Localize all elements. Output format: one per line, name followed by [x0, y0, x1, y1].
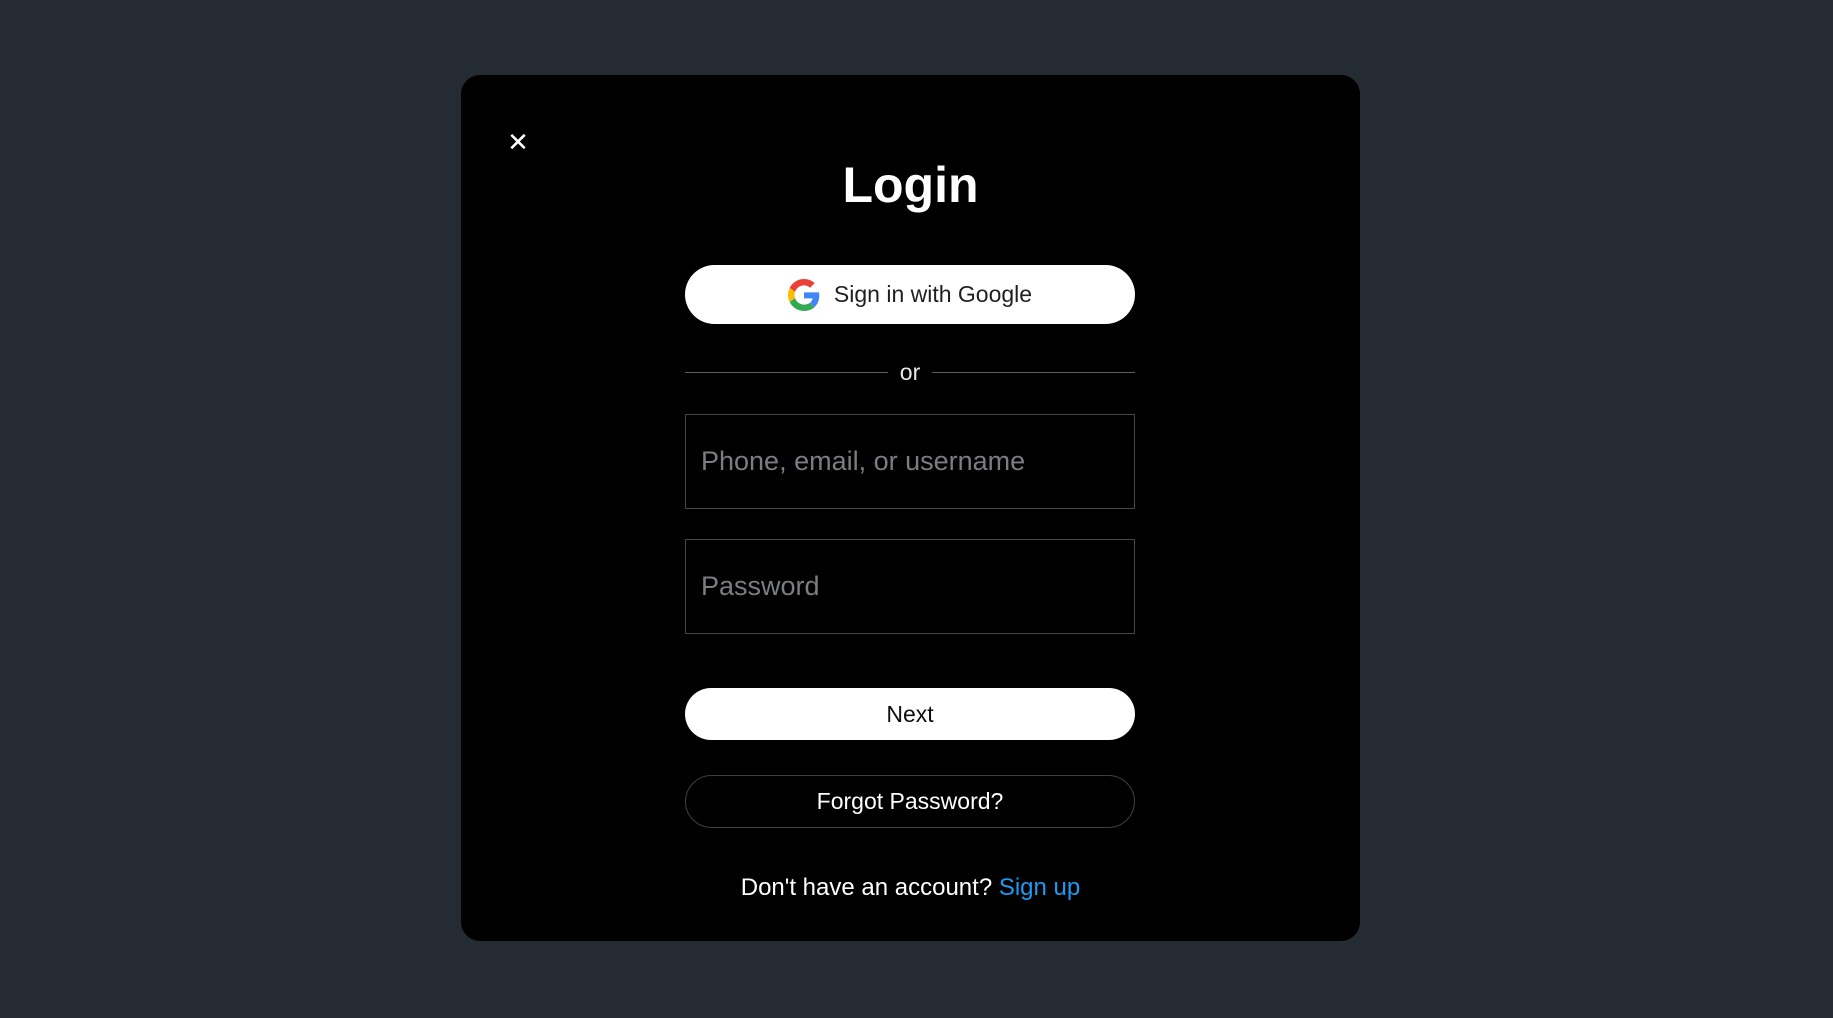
login-modal: ✕ Login Sign in with Google or Next Forg… [461, 75, 1360, 941]
signup-link[interactable]: Sign up [999, 874, 1080, 901]
password-input[interactable] [685, 539, 1135, 634]
google-sign-in-label: Sign in with Google [833, 281, 1033, 307]
or-divider: or [685, 356, 1136, 388]
divider-line-right [932, 371, 1136, 373]
divider-label: or [899, 358, 921, 385]
forgot-password-button[interactable]: Forgot Password? [685, 775, 1135, 828]
close-icon: ✕ [507, 127, 529, 157]
divider-line-left [685, 371, 888, 373]
signup-row: Don't have an account? Sign up [461, 874, 1360, 902]
identifier-input[interactable] [685, 414, 1135, 509]
google-icon [787, 278, 820, 311]
next-button[interactable]: Next [685, 688, 1135, 740]
close-button[interactable]: ✕ [503, 127, 533, 157]
signup-prompt: Don't have an account? [740, 874, 993, 901]
page-title: Login [842, 157, 979, 213]
google-sign-in-button[interactable]: Sign in with Google [685, 265, 1135, 324]
